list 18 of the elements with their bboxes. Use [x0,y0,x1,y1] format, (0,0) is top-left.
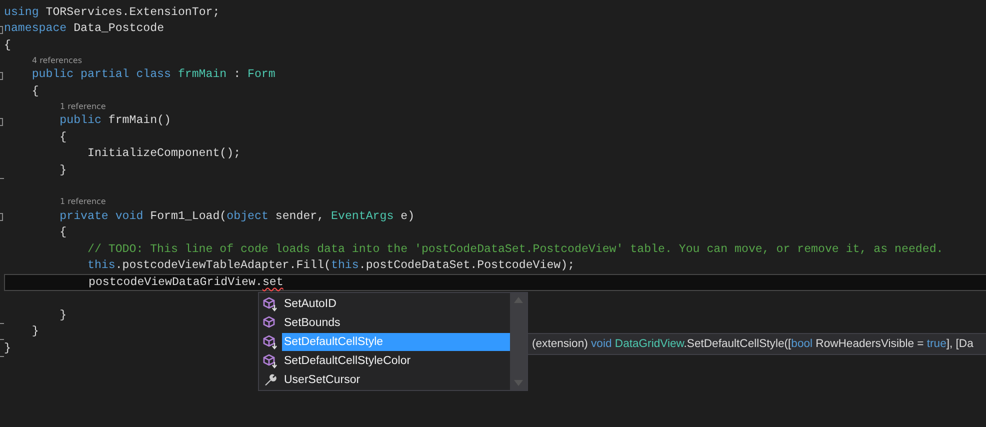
code-line: } [4,342,11,355]
code-line: namespace Data_Postcode [4,22,164,36]
code-line: { [4,38,11,52]
code-line: public partial class frmMain : Form [30,68,276,82]
code-line: private void Form1_Load(object sender, EventArgs e) [58,210,415,223]
code-line: // TODO: This line of code loads data into the 'postCodeDataSet.PostcodeView' table. You can move, or remove it, as needed. [86,242,944,256]
code-line-with-error: postcodeViewDataGridView.set [87,276,284,289]
code-line: } [58,164,67,177]
code-line: public frmMain() [58,114,171,128]
code-line: InitializeComponent(); [86,147,241,160]
code-line: { [58,226,67,240]
code-line: { [30,84,39,98]
signature-text: (extension) void DataGridView.SetDefaultCellStyle([bool RowHeadersVisible = true], [Da [532,338,974,350]
code-line: } [30,325,39,338]
code-line: { [58,130,67,144]
code-line: this.postcodeViewTableAdapter.Fill(this.postCodeDataSet.PostcodeView); [86,259,575,272]
code-line: } [58,308,67,322]
code-line: using TORServices.ExtensionTor; [4,6,220,19]
